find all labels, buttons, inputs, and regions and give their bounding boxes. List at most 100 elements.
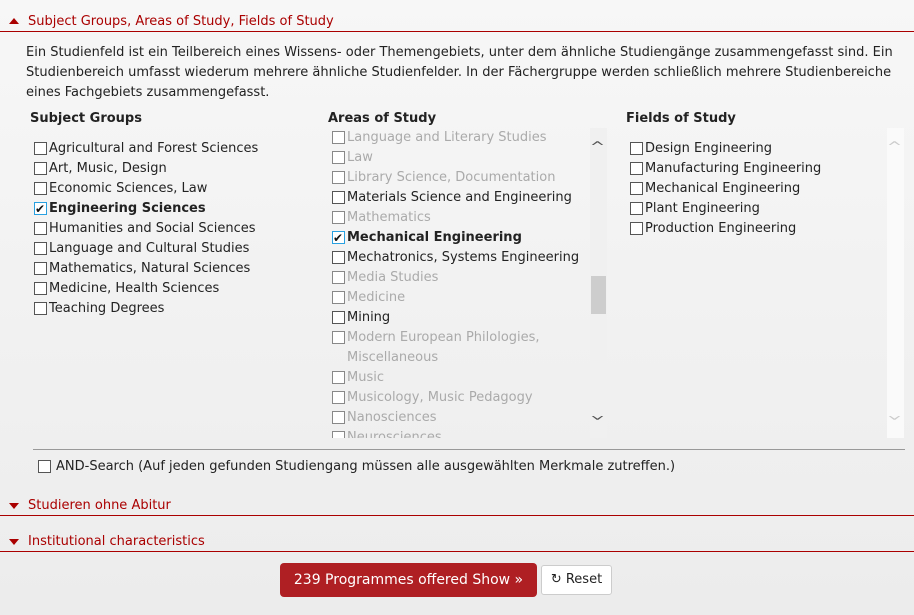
list-item[interactable]: Production Engineering: [630, 219, 885, 239]
checkbox[interactable]: [332, 311, 345, 324]
subject-groups-list: Agricultural and Forest Sciences Art, Mus…: [34, 139, 314, 329]
list-item[interactable]: Agricultural and Forest Sciences: [34, 139, 314, 159]
item-label: Mathematics, Natural Sciences: [49, 261, 251, 276]
checkbox[interactable]: [630, 182, 643, 195]
list-item[interactable]: Mining: [332, 308, 588, 328]
checkbox[interactable]: [630, 222, 643, 235]
expand-triangle-icon: [9, 503, 19, 509]
item-label: Engineering Sciences: [49, 201, 206, 216]
subject-groups-heading: Subject Groups: [30, 111, 142, 126]
section-institutional-characteristics[interactable]: Institutional characteristics: [0, 532, 914, 552]
item-label: Agricultural and Forest Sciences: [49, 141, 259, 156]
list-item[interactable]: Media Studies: [332, 268, 588, 288]
item-label: Music: [347, 370, 384, 385]
scroll-up-icon[interactable]: ^: [590, 140, 605, 155]
item-label: Mechanical Engineering: [347, 230, 522, 245]
item-label: Art, Music, Design: [49, 161, 167, 176]
checkbox[interactable]: [332, 411, 345, 424]
item-label: Humanities and Social Sciences: [49, 221, 256, 236]
scroll-up-icon[interactable]: ^: [887, 140, 902, 155]
checkbox[interactable]: [332, 228, 345, 248]
checkbox[interactable]: [332, 431, 345, 438]
item-label: Language and Literary Studies: [347, 130, 547, 145]
checkbox[interactable]: [34, 142, 47, 155]
areas-scrollbar[interactable]: ^ ^: [590, 128, 607, 438]
list-item[interactable]: Medicine, Health Sciences: [34, 279, 314, 299]
list-item[interactable]: Teaching Degrees: [34, 299, 314, 319]
list-item[interactable]: Humanities and Social Sciences: [34, 219, 314, 239]
checkbox[interactable]: [332, 251, 345, 264]
list-item[interactable]: Plant Engineering: [630, 199, 885, 219]
checkbox[interactable]: [332, 151, 345, 164]
list-item[interactable]: Medicine: [332, 288, 588, 308]
checkbox[interactable]: [34, 262, 47, 275]
show-programmes-button[interactable]: 239 Programmes offered Show »: [280, 563, 537, 597]
checkbox[interactable]: [332, 391, 345, 404]
checkbox[interactable]: [332, 371, 345, 384]
list-item[interactable]: Art, Music, Design: [34, 159, 314, 179]
areas-of-study-list: Language and Literary Studies Law Library …: [332, 128, 588, 438]
list-item[interactable]: Materials Science and Engineering: [332, 188, 588, 208]
checkbox[interactable]: [34, 182, 47, 195]
list-item[interactable]: Nanosciences: [332, 408, 588, 428]
section-studieren-ohne-abitur[interactable]: Studieren ohne Abitur: [0, 496, 914, 516]
list-item[interactable]: Mechanical Engineering: [332, 228, 588, 248]
item-label: Nanosciences: [347, 410, 437, 425]
checkbox[interactable]: [332, 291, 345, 304]
item-label: Media Studies: [347, 270, 439, 285]
item-label: Mechatronics, Systems Engineering: [347, 250, 580, 265]
list-item[interactable]: Law: [332, 148, 588, 168]
list-item[interactable]: Neurosciences: [332, 428, 588, 438]
list-item[interactable]: Mathematics, Natural Sciences: [34, 259, 314, 279]
checkbox[interactable]: [34, 222, 47, 235]
list-item[interactable]: Language and Literary Studies: [332, 128, 588, 148]
fields-scrollbar[interactable]: ^ ^: [887, 128, 904, 438]
collapse-triangle-icon: [9, 18, 19, 24]
checkbox[interactable]: [34, 302, 47, 315]
list-item[interactable]: Mechatronics, Systems Engineering: [332, 248, 588, 268]
checkbox[interactable]: [34, 162, 47, 175]
list-item[interactable]: Manufacturing Engineering: [630, 159, 885, 179]
item-label: Mechanical Engineering: [645, 181, 801, 196]
refresh-icon: ↻: [550, 572, 562, 587]
reset-button[interactable]: ↻ Reset: [541, 565, 612, 595]
expand-triangle-icon: [9, 539, 19, 545]
checkbox[interactable]: [332, 131, 345, 144]
fields-of-study-list: Design Engineering Manufacturing Engineer…: [630, 139, 885, 438]
item-label: Law: [347, 150, 373, 165]
checkbox[interactable]: [332, 211, 345, 224]
scroll-thumb[interactable]: [591, 276, 606, 314]
checkbox[interactable]: [34, 282, 47, 295]
list-item[interactable]: Design Engineering: [630, 139, 885, 159]
checkbox[interactable]: [332, 191, 345, 204]
list-item[interactable]: Library Science, Documentation: [332, 168, 588, 188]
and-search-checkbox[interactable]: AND-Search (Auf jeden gefunden Studienga…: [38, 457, 675, 477]
list-item[interactable]: Mechanical Engineering: [630, 179, 885, 199]
checkbox[interactable]: [332, 331, 345, 344]
item-label: Materials Science and Engineering: [347, 190, 572, 205]
scroll-down-icon[interactable]: ^: [887, 406, 902, 421]
item-label: Teaching Degrees: [49, 301, 165, 316]
section-subject-groups[interactable]: Subject Groups, Areas of Study, Fields o…: [0, 12, 914, 32]
item-label: Plant Engineering: [645, 201, 760, 216]
list-item[interactable]: Economic Sciences, Law: [34, 179, 314, 199]
list-item[interactable]: Musicology, Music Pedagogy: [332, 388, 588, 408]
item-label: Manufacturing Engineering: [645, 161, 822, 176]
checkbox[interactable]: [630, 142, 643, 155]
item-label: Mining: [347, 310, 391, 325]
checkbox[interactable]: [34, 242, 47, 255]
checkbox[interactable]: [332, 171, 345, 184]
list-item[interactable]: Music: [332, 368, 588, 388]
checkbox[interactable]: [630, 202, 643, 215]
list-item[interactable]: Mathematics: [332, 208, 588, 228]
checkbox[interactable]: [38, 460, 51, 473]
checkbox[interactable]: [332, 271, 345, 284]
item-label: Musicology, Music Pedagogy: [347, 390, 533, 405]
scroll-down-icon[interactable]: ^: [590, 406, 605, 421]
divider: [33, 449, 905, 450]
list-item[interactable]: Engineering Sciences: [34, 199, 314, 219]
list-item[interactable]: Modern European Philologies, Miscellaneo…: [332, 328, 588, 368]
checkbox[interactable]: [34, 199, 47, 219]
list-item[interactable]: Language and Cultural Studies: [34, 239, 314, 259]
checkbox[interactable]: [630, 162, 643, 175]
